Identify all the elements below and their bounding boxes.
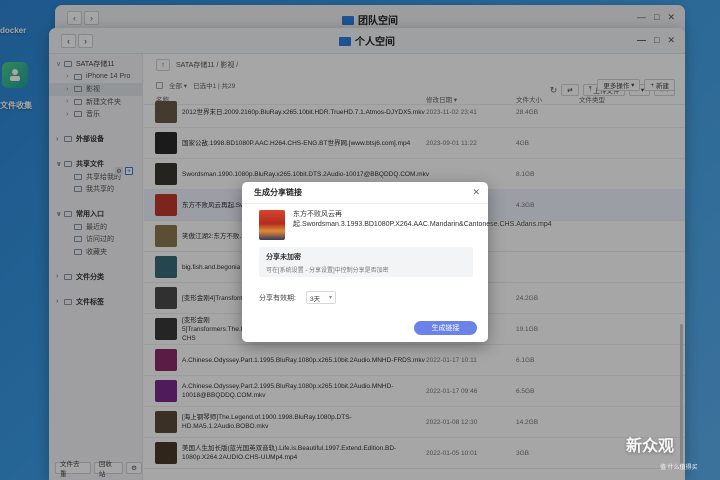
shared-file-info: 东方不败风云再起.Swordsman.3.1993.BD1080P.X264.A…	[259, 208, 552, 240]
shared-file-name: 东方不败风云再起.Swordsman.3.1993.BD1080P.X264.A…	[293, 211, 552, 228]
encryption-notice: 分享未加密 可在[系统设置 - 分享设置]中控制分享是否加密	[259, 247, 473, 277]
close-icon[interactable]: ✕	[472, 187, 480, 198]
validity-value: 3天	[309, 295, 321, 303]
file-thumbnail	[259, 210, 285, 240]
watermark-sub: 值 什么值得买	[660, 465, 698, 471]
notice-description: 可在[系统设置 - 分享设置]中控制分享是否加密	[266, 268, 389, 274]
chevron-down-icon: ▾	[328, 295, 332, 301]
share-link-dialog: 生成分享链接 ✕ 东方不败风云再起.Swordsman.3.1993.BD108…	[242, 182, 552, 342]
generate-link-button[interactable]: 生成链接	[414, 321, 477, 335]
dialog-header: 生成分享链接 ✕	[242, 182, 488, 204]
validity-select[interactable]: 3天 ▾	[305, 291, 336, 304]
notice-title: 分享未加密	[266, 254, 301, 261]
dialog-title: 生成分享链接	[254, 188, 302, 197]
validity-label: 分享有效期:	[259, 294, 296, 302]
watermark-logo: 新众观	[626, 438, 675, 455]
